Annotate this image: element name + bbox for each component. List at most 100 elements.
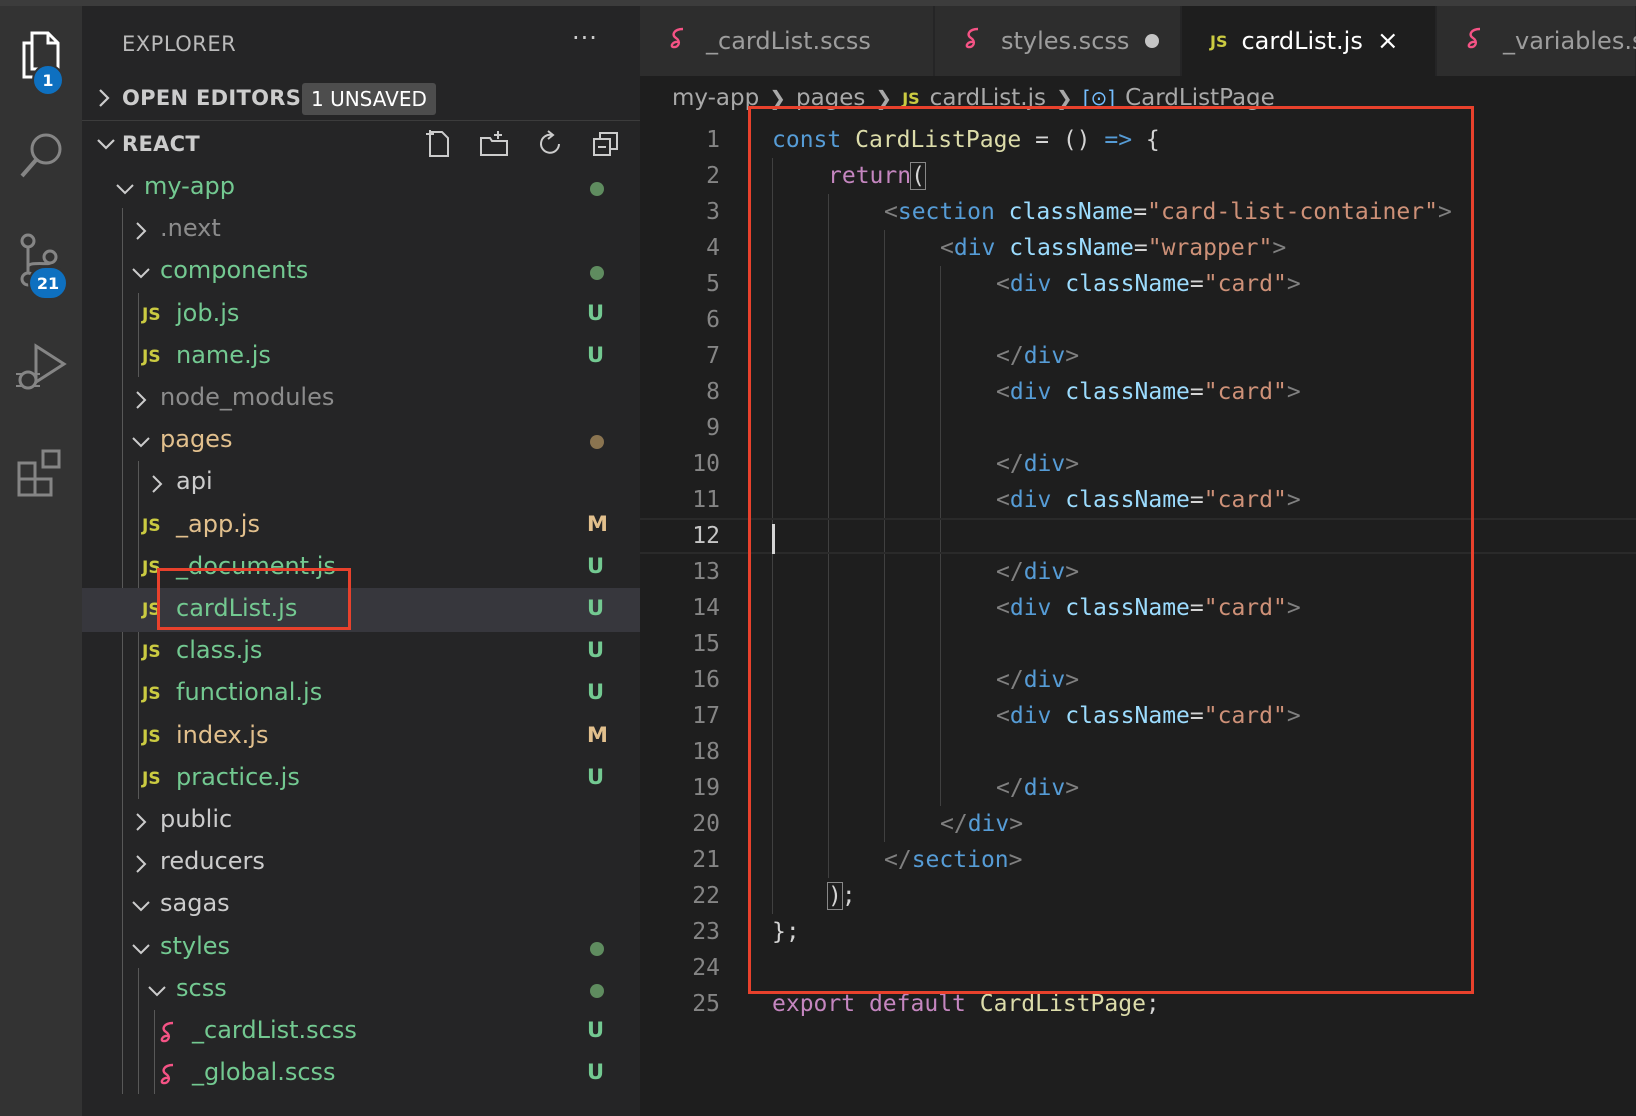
chevron-down-icon <box>132 943 150 955</box>
git-status-badge: U <box>587 553 605 578</box>
section-divider <box>82 120 640 121</box>
run-debug-icon <box>16 343 67 390</box>
tab-label: _variables.s <box>1503 27 1636 55</box>
tree-file[interactable]: JS practice.js U <box>82 757 640 801</box>
explorer-activity[interactable]: 1 <box>0 10 82 100</box>
line-number: 15 <box>692 631 720 657</box>
explorer-toolbar <box>422 122 622 166</box>
tree-item-label: public <box>160 805 233 833</box>
tree-item-label: _cardList.scss <box>192 1016 357 1044</box>
tree-folder[interactable]: styles <box>82 926 640 970</box>
tree-folder[interactable]: .next <box>82 208 640 252</box>
tab-cardlist-scss[interactable]: _cardList.scss <box>640 6 934 76</box>
extensions-activity[interactable] <box>0 428 82 518</box>
unsaved-dot-icon[interactable] <box>1145 34 1160 48</box>
tree-folder[interactable]: node_modules <box>82 377 640 421</box>
tree-file[interactable]: _cardList.scss U <box>82 1010 640 1054</box>
git-status-dot <box>590 941 604 956</box>
tree-item-label: node_modules <box>160 383 335 411</box>
git-status-dot <box>590 435 604 450</box>
js-file-icon: JS <box>142 726 161 747</box>
chevron-right-icon <box>136 222 147 240</box>
explorer-badge: 1 <box>32 64 64 96</box>
tab-cardlist-js[interactable]: JS cardList.js × <box>1182 6 1436 76</box>
tree-folder[interactable]: components <box>82 250 640 294</box>
chevron-down-icon <box>97 139 115 150</box>
explorer-header: EXPLORER ··· <box>82 24 640 64</box>
tree-item-label: my-app <box>144 172 235 200</box>
js-file-icon: JS <box>142 515 161 536</box>
tree-file[interactable]: JS name.js U <box>82 335 640 379</box>
scss-file-icon <box>668 26 690 56</box>
tree-folder[interactable]: api <box>82 461 640 505</box>
editor-area: _cardList.scss styles.scss JS cardList.j… <box>640 6 1636 1116</box>
git-status-badge: U <box>587 342 605 367</box>
tree-file[interactable]: JS class.js U <box>82 630 640 674</box>
more-actions-icon[interactable]: ··· <box>572 24 598 52</box>
scss-file-icon <box>160 1021 174 1043</box>
tree-folder[interactable]: reducers <box>82 841 640 885</box>
chevron-down-icon <box>132 901 150 912</box>
tab-variables-scss[interactable]: _variables.s <box>1437 6 1636 76</box>
collapse-all-icon[interactable] <box>590 128 622 160</box>
git-status-badge: U <box>587 596 605 620</box>
tree-item-label: index.js <box>176 720 269 749</box>
open-editors-section[interactable]: OPEN EDITORS 1 UNSAVED <box>82 76 640 120</box>
tree-item-label: components <box>160 256 309 285</box>
chevron-right-icon <box>136 391 147 409</box>
chevron-right-icon <box>136 813 147 831</box>
highlight-box-code <box>748 106 1474 994</box>
tree-item-label: job.js <box>176 298 240 327</box>
chevron-down-icon <box>148 986 166 997</box>
tree-file[interactable]: _global.scss U <box>82 1052 640 1096</box>
close-icon[interactable]: × <box>1377 26 1399 56</box>
js-file-icon: JS <box>142 768 161 789</box>
tree-item-label: sagas <box>160 889 230 918</box>
tree-file[interactable]: JS _app.js M <box>82 504 640 548</box>
tree-item-label: styles <box>160 931 231 960</box>
chevron-down-icon <box>132 437 150 448</box>
tree-folder[interactable]: pages <box>82 419 640 463</box>
refresh-icon[interactable] <box>534 128 566 160</box>
tree-item-label: practice.js <box>176 762 300 791</box>
source-control-activity[interactable]: 21 <box>0 216 82 306</box>
run-debug-activity[interactable] <box>0 322 82 412</box>
tree-folder[interactable]: sagas <box>82 883 640 927</box>
tree-item-label: name.js <box>176 340 271 369</box>
js-file-icon: JS <box>142 684 161 705</box>
chevron-right-icon <box>152 475 163 494</box>
js-file-icon: JS <box>142 346 161 367</box>
search-activity[interactable] <box>0 110 82 200</box>
git-status-badge: U <box>587 300 605 325</box>
git-status-badge: U <box>587 1018 605 1042</box>
scss-file-icon <box>160 1063 174 1085</box>
git-status-badge: U <box>587 680 605 705</box>
git-status-badge: M <box>587 511 608 536</box>
tree-file[interactable]: JS job.js U <box>82 293 640 337</box>
workspace-label: REACT <box>122 132 201 156</box>
js-file-icon: JS <box>902 88 920 108</box>
tree-item-label: pages <box>160 425 233 454</box>
tree-file[interactable]: JS functional.js U <box>82 672 640 716</box>
tab-styles-scss[interactable]: styles.scss <box>935 6 1181 76</box>
tree-file[interactable]: JS index.js M <box>82 715 640 759</box>
git-status-dot <box>590 182 604 196</box>
js-file-icon: JS <box>1210 31 1228 51</box>
search-icon <box>20 133 62 178</box>
open-editors-label: OPEN EDITORS <box>122 86 302 110</box>
react-workspace-section[interactable]: REACT <box>82 122 640 166</box>
git-status-badge: U <box>587 638 605 663</box>
tree-folder[interactable]: scss <box>82 968 640 1012</box>
tree-folder[interactable]: my-app <box>82 166 640 210</box>
new-folder-icon[interactable] <box>478 128 510 160</box>
line-number: 18 <box>692 739 720 765</box>
tree-item-label: api <box>176 467 213 496</box>
new-file-icon[interactable] <box>422 128 454 160</box>
chevron-down-icon <box>132 268 150 279</box>
tree-folder[interactable]: public <box>82 799 640 843</box>
scm-badge: 21 <box>28 266 68 300</box>
breadcrumb-item[interactable]: my-app <box>672 85 759 111</box>
line-number: 24 <box>692 955 720 981</box>
chevron-right-icon <box>99 89 110 107</box>
git-status-dot <box>590 266 604 281</box>
